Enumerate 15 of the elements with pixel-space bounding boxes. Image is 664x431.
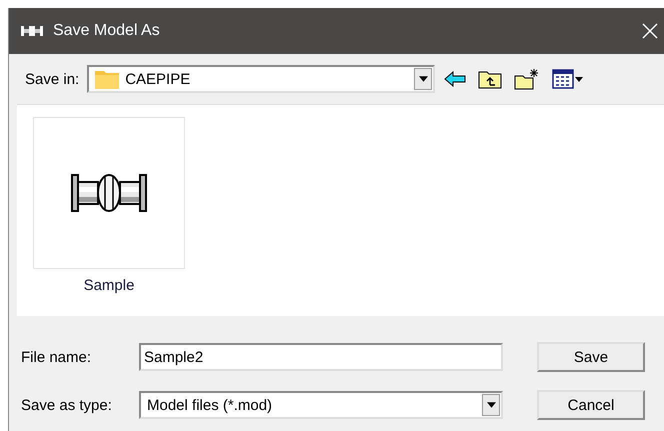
cancel-button[interactable]: Cancel bbox=[537, 390, 645, 420]
pipe-fitting-icon bbox=[71, 173, 147, 213]
window-title: Save Model As bbox=[53, 22, 161, 40]
pipe-fitting-icon bbox=[21, 25, 43, 37]
save-as-type-dropdown[interactable]: Model files (*.mod) bbox=[139, 391, 503, 419]
close-button[interactable] bbox=[640, 21, 660, 41]
folder-icon bbox=[95, 69, 120, 89]
file-name-label: File name: bbox=[21, 348, 92, 366]
save-in-label: Save in: bbox=[25, 70, 80, 88]
save-as-type-label: Save as type: bbox=[21, 396, 113, 414]
save-button[interactable]: Save bbox=[537, 342, 645, 372]
save-in-dropdown[interactable]: CAEPIPE bbox=[87, 65, 436, 93]
file-name-field[interactable]: Sample2 bbox=[139, 343, 503, 371]
caret-icon bbox=[418, 76, 428, 82]
caret-icon bbox=[486, 402, 496, 408]
